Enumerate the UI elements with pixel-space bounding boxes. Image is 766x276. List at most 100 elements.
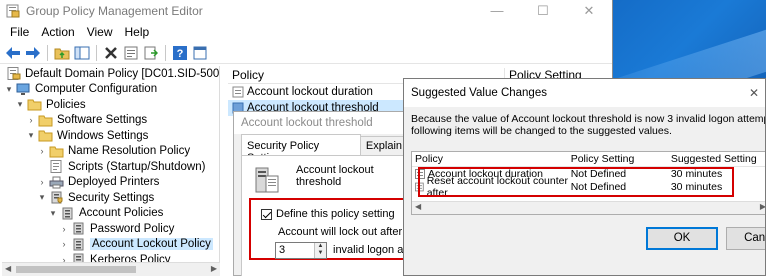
tree-item[interactable]: ▾ Windows Settings bbox=[2, 128, 219, 144]
scroll-left-icon[interactable]: ◀ bbox=[415, 202, 421, 211]
ok-button[interactable]: OK bbox=[646, 227, 718, 250]
suggested-list-header: Policy Policy Setting Suggested Setting bbox=[412, 152, 765, 167]
tree-item-label: Deployed Printers bbox=[68, 176, 160, 189]
list-horizontal-scrollbar[interactable]: ◀ ▶ bbox=[412, 201, 765, 214]
policy-name-label: Account lockout threshold bbox=[296, 164, 374, 188]
chevron-right-icon[interactable]: › bbox=[37, 177, 47, 187]
spin-down-icon[interactable]: ▼ bbox=[315, 250, 326, 257]
chevron-down-icon[interactable]: ▾ bbox=[4, 84, 14, 95]
properties-icon[interactable] bbox=[122, 44, 140, 62]
scroll-left-icon[interactable]: ◀ bbox=[5, 264, 11, 273]
policy-item-icon bbox=[232, 86, 244, 98]
properties-dialog-title: Account lockout threshold Properties bbox=[234, 112, 407, 151]
maximize-button[interactable]: ☐ bbox=[520, 0, 566, 22]
column-policy-setting[interactable]: Policy Setting bbox=[571, 153, 671, 165]
chevron-down-icon[interactable]: ▾ bbox=[26, 130, 36, 141]
tree-item-label: Default Domain Policy [DC01.SID-500.COM]… bbox=[25, 67, 220, 80]
suggested-message: Because the value of Account lockout thr… bbox=[411, 113, 765, 137]
message-line-1: Because the value of Account lockout thr… bbox=[411, 113, 765, 125]
folder-icon bbox=[27, 98, 42, 111]
chevron-right-icon[interactable]: › bbox=[26, 115, 36, 125]
tree-item[interactable]: › Deployed Printers bbox=[2, 175, 219, 191]
chevron-down-icon[interactable]: ▾ bbox=[15, 99, 25, 110]
computer-icon bbox=[16, 83, 31, 96]
policy-folder-icon bbox=[71, 238, 86, 251]
tree-item[interactable]: › Password Policy bbox=[2, 221, 219, 237]
chevron-right-icon[interactable]: › bbox=[37, 146, 47, 156]
tree-item-label: Name Resolution Policy bbox=[68, 145, 191, 158]
dialog-close-icon[interactable]: ✕ bbox=[749, 79, 759, 107]
window-title: Group Policy Management Editor bbox=[26, 4, 203, 18]
tree-item[interactable]: Default Domain Policy [DC01.SID-500.COM]… bbox=[2, 66, 219, 82]
menu-file[interactable]: File bbox=[4, 25, 35, 39]
delete-icon[interactable] bbox=[102, 44, 120, 62]
tree-item-label: Policies bbox=[46, 98, 86, 111]
lockout-after-label: Account will lock out after: bbox=[278, 226, 406, 238]
policy-folder-icon bbox=[71, 253, 86, 262]
properties-dialog: Account lockout threshold Properties Sec… bbox=[233, 111, 439, 276]
folder-icon bbox=[38, 129, 53, 142]
tree-item[interactable]: › Account Lockout Policy bbox=[2, 237, 219, 253]
scroll-right-icon[interactable]: ▶ bbox=[760, 202, 765, 211]
suggested-rows-highlight bbox=[418, 167, 734, 197]
define-setting-checkbox[interactable] bbox=[261, 208, 272, 220]
script-icon bbox=[49, 160, 64, 174]
define-setting-highlight: Define this policy setting Account will … bbox=[249, 198, 439, 260]
up-folder-icon[interactable] bbox=[53, 44, 71, 62]
cancel-button[interactable]: Cancel bbox=[726, 227, 765, 250]
chevron-down-icon[interactable]: ▾ bbox=[37, 192, 47, 203]
help-icon[interactable]: ? bbox=[171, 44, 189, 62]
tree-item[interactable]: › Kerberos Policy bbox=[2, 252, 219, 262]
tree-item[interactable]: ▾ Policies bbox=[2, 97, 219, 113]
suggested-changes-list: Policy Policy Setting Suggested Setting … bbox=[411, 151, 765, 215]
scroll-right-icon[interactable]: ▶ bbox=[211, 264, 217, 273]
tree-item-label: Windows Settings bbox=[57, 129, 149, 142]
tree-item-label: Security Settings bbox=[68, 191, 155, 204]
export-list-icon[interactable] bbox=[142, 44, 160, 62]
forward-arrow-icon[interactable] bbox=[24, 44, 42, 62]
tree-item[interactable]: Scripts (Startup/Shutdown) bbox=[2, 159, 219, 175]
tree-item-label: Password Policy bbox=[90, 222, 175, 235]
tree-item-label: Account Policies bbox=[79, 207, 164, 220]
show-hide-tree-icon[interactable] bbox=[73, 44, 91, 62]
suggested-dialog-title-bar: Suggested Value Changes ✕ bbox=[404, 79, 765, 107]
menu-action[interactable]: Action bbox=[35, 25, 80, 39]
column-suggested-setting[interactable]: Suggested Setting bbox=[671, 153, 765, 165]
list-item-label: Account lockout duration bbox=[247, 86, 373, 98]
tree-item-label: Kerberos Policy bbox=[90, 253, 171, 262]
tree-item[interactable]: ▾ Computer Configuration bbox=[2, 82, 219, 98]
menu-help[interactable]: Help bbox=[119, 25, 156, 39]
tree-horizontal-scrollbar[interactable]: ◀ ▶ bbox=[2, 262, 220, 276]
tree-item[interactable]: › Software Settings bbox=[2, 113, 219, 129]
threshold-value[interactable]: 3 bbox=[279, 244, 285, 256]
tree-item-label: Account Lockout Policy bbox=[90, 238, 213, 251]
tree-item[interactable]: › Name Resolution Policy bbox=[2, 144, 219, 160]
tree-item[interactable]: ▾ Account Policies bbox=[2, 206, 219, 222]
console-icon[interactable] bbox=[191, 44, 209, 62]
tree-item-label: Software Settings bbox=[57, 114, 148, 127]
threshold-stepper[interactable]: 3 ▲ ▼ bbox=[275, 242, 327, 259]
spin-up-icon[interactable]: ▲ bbox=[315, 243, 326, 250]
printer-icon bbox=[49, 176, 64, 189]
console-tree: Default Domain Policy [DC01.SID-500.COM]… bbox=[2, 66, 220, 262]
server-policy-icon bbox=[255, 167, 279, 193]
security-icon bbox=[49, 191, 64, 204]
folder-icon bbox=[38, 114, 53, 127]
chevron-right-icon[interactable]: › bbox=[59, 239, 69, 249]
toolbar: ? bbox=[0, 42, 612, 64]
chevron-right-icon[interactable]: › bbox=[59, 255, 69, 262]
back-arrow-icon[interactable] bbox=[4, 44, 22, 62]
svg-text:?: ? bbox=[177, 48, 184, 60]
close-button[interactable]: ✕ bbox=[566, 0, 612, 22]
suggested-dialog-title: Suggested Value Changes bbox=[411, 87, 547, 99]
policy-folder-icon bbox=[71, 222, 86, 235]
tree-item[interactable]: ▾ Security Settings bbox=[2, 190, 219, 206]
menu-view[interactable]: View bbox=[81, 25, 119, 39]
security-policy-panel: Account lockout threshold Define this po… bbox=[241, 155, 439, 276]
chevron-right-icon[interactable]: › bbox=[59, 224, 69, 234]
minimize-button[interactable]: — bbox=[474, 0, 520, 22]
folder-icon bbox=[49, 145, 64, 158]
chevron-down-icon[interactable]: ▾ bbox=[48, 208, 58, 219]
column-policy[interactable]: Policy bbox=[412, 153, 571, 165]
tree-item-label: Computer Configuration bbox=[35, 83, 158, 96]
